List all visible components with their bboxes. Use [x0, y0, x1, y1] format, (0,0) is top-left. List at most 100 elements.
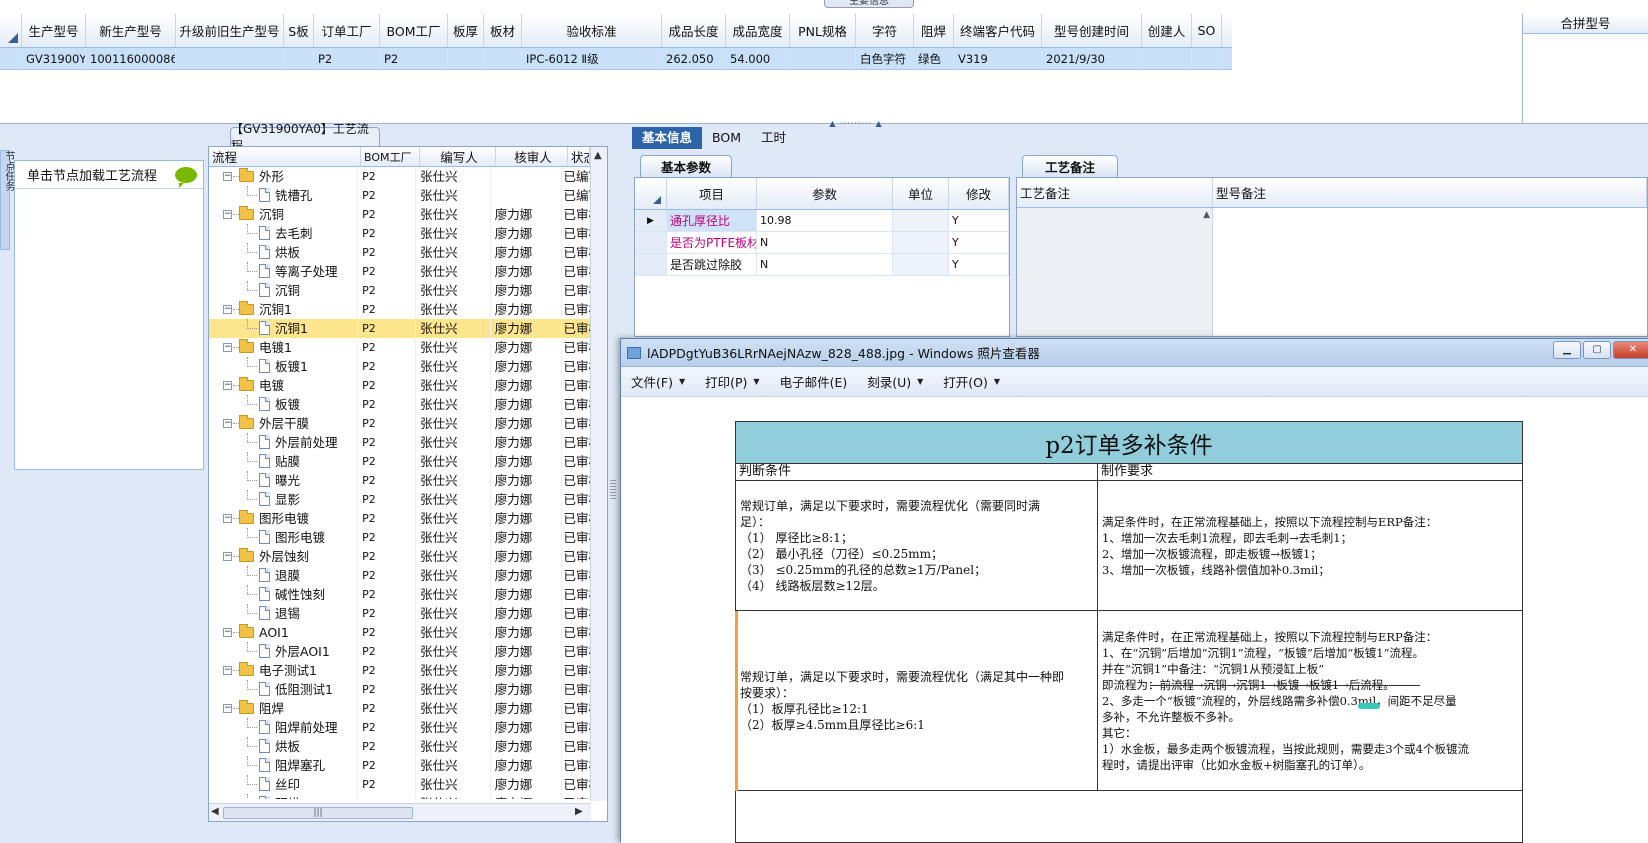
col-checker[interactable]: 核审人	[496, 147, 568, 166]
tree-row[interactable]: − AOI1 P2张仕兴廖力娜已审核	[209, 623, 591, 642]
tree-node[interactable]: 退膜	[209, 566, 359, 585]
tree-row[interactable]: 板镀1 P2张仕兴廖力娜已审核	[209, 357, 591, 376]
row-selector[interactable]: ▶	[635, 210, 667, 231]
tree-row[interactable]: 预烘 P2张仕兴廖力娜已审核	[209, 794, 591, 799]
tree-row[interactable]: 烘板 P2张仕兴廖力娜已审核	[209, 737, 591, 756]
col-header[interactable]: 创建人	[1142, 14, 1192, 47]
param-unit-cell[interactable]	[893, 254, 949, 275]
collapse-toggle-icon[interactable]: −	[223, 343, 232, 352]
param-value-cell[interactable]: N	[757, 232, 893, 253]
table-cell[interactable]	[484, 48, 522, 69]
tree-node[interactable]: 外层前处理	[209, 433, 359, 452]
tree-row[interactable]: 外层前处理 P2张仕兴廖力娜已审核	[209, 433, 591, 452]
tree-row[interactable]: 显影 P2张仕兴廖力娜已审核	[209, 490, 591, 509]
tree-node[interactable]: − 电镀	[209, 376, 359, 395]
tree-horizontal-scrollbar[interactable]: ◀ ||| ▶	[209, 803, 591, 821]
tree-node[interactable]: 烘板	[209, 737, 359, 756]
close-button[interactable]: ✕	[1613, 341, 1648, 359]
tree-row[interactable]: 去毛刺 P2张仕兴廖力娜已审核	[209, 224, 591, 243]
tree-row[interactable]: 阻焊塞孔 P2张仕兴廖力娜已审核	[209, 756, 591, 775]
model-remark-field[interactable]	[1213, 208, 1647, 336]
tree-node[interactable]: 烘板	[209, 243, 359, 262]
tree-node[interactable]: − 电子测试1	[209, 661, 359, 680]
tree-node[interactable]: − 沉铜	[209, 205, 359, 224]
table-cell[interactable]: GV31900YA0	[22, 48, 86, 69]
table-cell[interactable]	[284, 48, 314, 69]
tree-row[interactable]: 板镀 P2张仕兴廖力娜已审核	[209, 395, 591, 414]
col-param[interactable]: 参数	[757, 178, 893, 209]
maximize-button[interactable]: ▢	[1583, 341, 1611, 359]
col-header[interactable]: 阻焊	[914, 14, 954, 47]
process-remark-field[interactable]: ▲	[1017, 208, 1213, 336]
chevron-down-icon[interactable]: ▼	[753, 377, 759, 386]
scroll-thumb[interactable]: |||	[223, 807, 413, 819]
table-cell[interactable]: 绿色	[914, 48, 954, 69]
main-info-tab[interactable]: 主要信息	[824, 0, 914, 8]
tab-basic-params[interactable]: 基本参数	[640, 155, 732, 177]
viewer-titlebar[interactable]: lADPDgtYuB36LRrNAejNAzw_828_488.jpg - Wi…	[621, 339, 1648, 367]
tree-row[interactable]: − 外层蚀刻 P2张仕兴廖力娜已审核	[209, 547, 591, 566]
tree-node[interactable]: 预烘	[209, 794, 359, 799]
tree-vertical-scrollbar[interactable]: ▲	[590, 147, 607, 801]
table-row[interactable]: 是否跳过除胶 N Y	[635, 254, 1009, 276]
row-selector[interactable]	[635, 254, 667, 275]
tree-node[interactable]: 丝印	[209, 775, 359, 794]
col-writer[interactable]: 编写人	[420, 147, 496, 166]
tree-node[interactable]: 铣槽孔	[209, 186, 359, 205]
tree-node[interactable]: 沉铜1	[209, 319, 359, 338]
tree-row[interactable]: 丝印 P2张仕兴廖力娜已审核	[209, 775, 591, 794]
tree-row[interactable]: − 电子测试1 P2张仕兴廖力娜已审核	[209, 661, 591, 680]
tree-row[interactable]: 烘板 P2张仕兴廖力娜已审核	[209, 243, 591, 262]
tree-node[interactable]: 显影	[209, 490, 359, 509]
col-header[interactable]: 板厚	[448, 14, 484, 47]
table-cell[interactable]: 10011600008679	[86, 48, 176, 69]
table-cell[interactable]: V319	[954, 48, 1042, 69]
table-cell[interactable]	[448, 48, 484, 69]
col-item[interactable]: 项目	[667, 178, 757, 209]
minimize-button[interactable]: ▁	[1553, 341, 1581, 359]
collapse-toggle-icon[interactable]: −	[223, 704, 232, 713]
tree-row[interactable]: − 外形 P2张仕兴 已编写	[209, 167, 591, 186]
table-cell[interactable]	[176, 48, 284, 69]
col-header[interactable]: 新生产型号	[86, 14, 176, 47]
param-item-cell[interactable]: 通孔厚径比	[667, 210, 757, 231]
tree-row[interactable]: − 沉铜 P2张仕兴廖力娜已审核	[209, 205, 591, 224]
scroll-up-icon[interactable]: ▲	[594, 150, 602, 161]
table-cell[interactable]: 54.000	[726, 48, 790, 69]
tree-node[interactable]: − 图形电镀	[209, 509, 359, 528]
chevron-down-icon[interactable]: ▼	[679, 377, 685, 386]
col-unit[interactable]: 单位	[893, 178, 949, 209]
col-header[interactable]: S板	[284, 14, 314, 47]
tree-node[interactable]: 阻焊塞孔	[209, 756, 359, 775]
tree-node[interactable]: 图形电镀	[209, 528, 359, 547]
collapse-toggle-icon[interactable]: −	[223, 305, 232, 314]
col-header[interactable]: 终端客户代码	[954, 14, 1042, 47]
collapse-toggle-icon[interactable]: −	[223, 419, 232, 428]
tree-row[interactable]: 外层AOI1 P2张仕兴廖力娜已审核	[209, 642, 591, 661]
collapse-toggle-icon[interactable]: −	[223, 514, 232, 523]
col-status[interactable]: 状态	[568, 147, 590, 166]
scroll-left-icon[interactable]: ◀	[211, 806, 219, 817]
tab-work-hours[interactable]: 工时	[751, 127, 796, 149]
col-header[interactable]: SO	[1192, 14, 1222, 47]
tree-row[interactable]: − 电镀 P2张仕兴廖力娜已审核	[209, 376, 591, 395]
tree-row[interactable]: 贴膜 P2张仕兴廖力娜已审核	[209, 452, 591, 471]
param-unit-cell[interactable]	[893, 232, 949, 253]
tree-row[interactable]: − 外层干膜 P2张仕兴廖力娜已审核	[209, 414, 591, 433]
tree-node[interactable]: − 外形	[209, 167, 359, 186]
table-cell[interactable]: IPC-6012 Ⅱ级	[522, 48, 662, 69]
tree-node[interactable]: 板镀1	[209, 357, 359, 376]
tree-node[interactable]: − 沉铜1	[209, 300, 359, 319]
chevron-down-icon[interactable]: ▼	[917, 377, 923, 386]
tree-row[interactable]: − 沉铜1 P2张仕兴廖力娜已审核	[209, 300, 591, 319]
param-modified-cell[interactable]: Y	[949, 210, 1009, 231]
tree-row[interactable]: 退膜 P2张仕兴廖力娜已审核	[209, 566, 591, 585]
grid-corner-cell[interactable]	[0, 14, 22, 47]
viewer-menu-item[interactable]: 刻录(U) ▼	[867, 372, 923, 391]
param-modified-cell[interactable]: Y	[949, 232, 1009, 253]
col-header[interactable]: 生产型号	[22, 14, 86, 47]
col-process-remark[interactable]: 工艺备注	[1017, 178, 1213, 207]
col-header[interactable]: 板材	[484, 14, 522, 47]
tab-bom[interactable]: BOM	[702, 127, 751, 149]
param-item-cell[interactable]: 是否跳过除胶	[667, 254, 757, 275]
